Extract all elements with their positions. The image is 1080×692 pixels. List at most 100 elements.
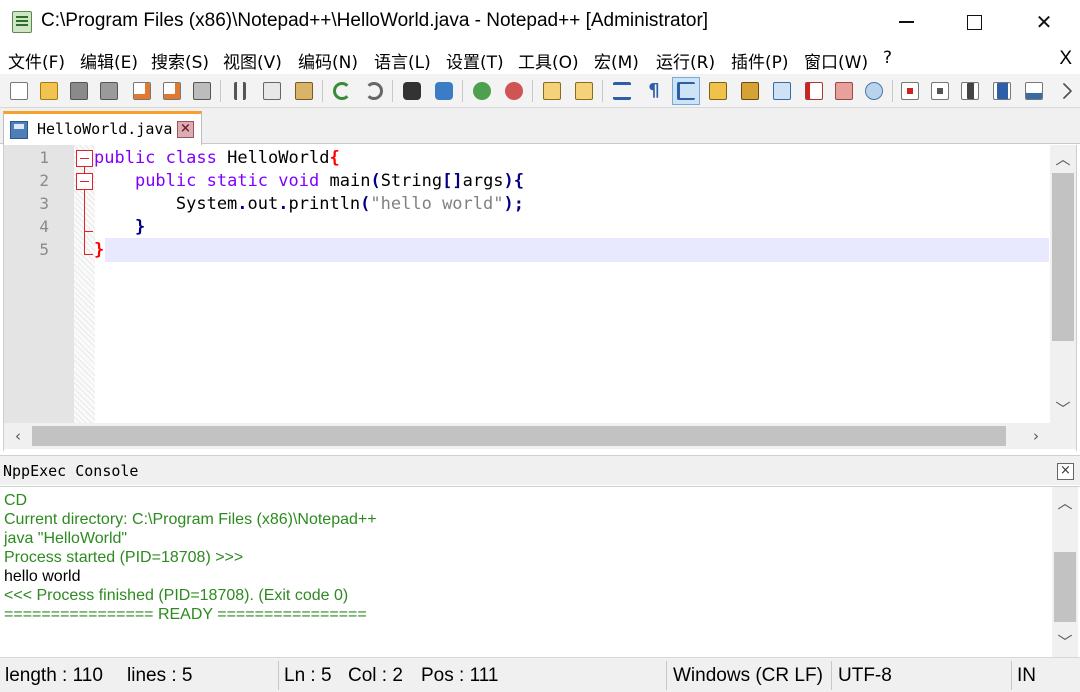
status-encoding[interactable]: UTF-8 <box>838 665 892 687</box>
save-all-icon[interactable] <box>95 77 123 105</box>
stop-macro-icon[interactable] <box>926 77 954 105</box>
code-token: . <box>278 194 289 214</box>
console-panel-header: NppExec Console × <box>0 455 1080 485</box>
editor-vertical-scroll-thumb[interactable] <box>1052 173 1074 341</box>
editor-horizontal-scroll-thumb[interactable] <box>32 426 1006 446</box>
sync-horizontal-icon[interactable] <box>570 77 598 105</box>
menu-view[interactable]: 视图(V) <box>223 48 282 73</box>
console-vertical-scrollbar[interactable]: ︿ ﹀ <box>1052 487 1078 658</box>
editor-vertical-scrollbar[interactable]: ︿ ﹀ <box>1050 145 1076 423</box>
copy-icon[interactable] <box>258 77 286 105</box>
record-macro-icon[interactable] <box>896 77 924 105</box>
scroll-down-icon[interactable]: ﹀ <box>1053 399 1073 419</box>
zoom-in-icon[interactable] <box>468 77 496 105</box>
code-line-1[interactable]: public class HelloWorld{ <box>94 147 340 170</box>
document-tab-bar: HelloWorld.java × <box>0 108 1080 145</box>
udl-icon[interactable] <box>704 77 732 105</box>
status-length: length : 110 <box>5 665 103 686</box>
replace-icon[interactable] <box>430 77 458 105</box>
minimize-button[interactable] <box>871 0 941 44</box>
code-editor[interactable]: 1 2 3 4 5 public class HelloWorld{ publi… <box>3 145 1077 451</box>
new-file-icon[interactable] <box>5 77 33 105</box>
saved-state-icon <box>10 121 28 139</box>
menu-plugins[interactable]: 插件(P) <box>731 48 789 73</box>
undo-icon[interactable] <box>328 77 356 105</box>
function-list-icon[interactable] <box>800 77 828 105</box>
scroll-left-icon[interactable]: ‹ <box>8 426 28 446</box>
status-lines: lines : 5 <box>127 665 193 686</box>
close-document-button[interactable]: X <box>1059 48 1072 70</box>
play-macro-icon[interactable] <box>956 77 984 105</box>
menu-window[interactable]: 窗口(W) <box>804 48 868 73</box>
folder-workspace-icon[interactable] <box>830 77 858 105</box>
scroll-right-icon[interactable]: › <box>1026 426 1046 446</box>
line-number: 3 <box>39 194 49 213</box>
status-eol[interactable]: Windows (CR LF) <box>673 665 823 687</box>
fold-toggle-class[interactable] <box>76 150 93 167</box>
code-token: ( <box>360 194 371 214</box>
menu-macro[interactable]: 宏(M) <box>594 48 639 73</box>
notepad-plus-plus-app-icon <box>12 11 32 33</box>
menu-search[interactable]: 搜索(S) <box>151 48 209 73</box>
doc-list-icon[interactable] <box>768 77 796 105</box>
editor-horizontal-scrollbar[interactable]: ‹ › <box>4 423 1050 449</box>
status-insert-mode[interactable]: IN <box>1017 665 1036 687</box>
monitoring-icon[interactable] <box>860 77 888 105</box>
console-scroll-thumb[interactable] <box>1054 552 1076 622</box>
close-all-icon[interactable] <box>158 77 186 105</box>
console-line: hello world <box>4 568 81 585</box>
scroll-down-icon[interactable]: ﹀ <box>1055 632 1075 652</box>
menu-encoding[interactable]: 编码(N) <box>298 48 358 73</box>
close-tab-icon[interactable]: × <box>177 121 194 138</box>
code-token: String <box>380 171 443 191</box>
menu-settings[interactable]: 设置(T) <box>446 48 504 73</box>
code-line-4[interactable]: } <box>94 216 145 239</box>
code-token: public <box>134 171 197 191</box>
cut-icon[interactable] <box>226 77 254 105</box>
line-number: 5 <box>39 240 49 259</box>
print-icon[interactable] <box>188 77 216 105</box>
code-token: [] <box>442 171 463 191</box>
run-macro-multiple-icon[interactable] <box>988 77 1016 105</box>
word-wrap-icon[interactable] <box>608 77 636 105</box>
save-icon[interactable] <box>65 77 93 105</box>
indent-guide-icon[interactable] <box>672 77 700 105</box>
tab-helloworld-java[interactable]: HelloWorld.java × <box>3 111 202 145</box>
menu-language[interactable]: 语言(L) <box>374 48 431 73</box>
redo-icon[interactable] <box>360 77 388 105</box>
toolbar-overflow-icon[interactable] <box>1052 77 1076 105</box>
doc-map-icon[interactable] <box>736 77 764 105</box>
code-token: ( <box>370 171 381 191</box>
sync-vertical-icon[interactable] <box>538 77 566 105</box>
fold-end-marker <box>84 231 93 232</box>
code-token: void <box>278 171 320 191</box>
menu-tools[interactable]: 工具(O) <box>518 48 579 73</box>
paste-icon[interactable] <box>290 77 318 105</box>
close-window-button[interactable]: ✕ <box>1009 0 1079 44</box>
maximize-icon <box>966 14 982 30</box>
nppexec-console[interactable]: CD Current directory: C:\Program Files (… <box>0 486 1080 658</box>
close-icon[interactable] <box>128 77 156 105</box>
fold-toggle-main[interactable] <box>76 173 93 190</box>
code-token: println <box>288 194 361 214</box>
menu-run[interactable]: 运行(R) <box>656 48 715 73</box>
code-line-5[interactable]: } <box>94 239 104 262</box>
find-icon[interactable] <box>398 77 426 105</box>
menu-file[interactable]: 文件(F) <box>8 48 65 73</box>
code-token: { <box>329 148 340 168</box>
scroll-up-icon[interactable]: ︿ <box>1055 493 1075 513</box>
code-line-2[interactable]: public static void main(String[]args){ <box>94 170 524 193</box>
code-line-3[interactable]: System.out.println("hello world"); <box>94 193 524 216</box>
close-console-icon[interactable]: × <box>1057 463 1074 480</box>
menu-help[interactable]: ? <box>883 48 892 68</box>
zoom-out-icon[interactable] <box>500 77 528 105</box>
maximize-button[interactable] <box>939 0 1009 44</box>
menu-edit[interactable]: 编辑(E) <box>80 48 138 73</box>
scroll-up-icon[interactable]: ︿ <box>1053 149 1073 169</box>
save-macro-icon[interactable] <box>1020 77 1048 105</box>
show-all-chars-icon[interactable]: ¶ <box>640 77 668 105</box>
menu-bar: 文件(F) 编辑(E) 搜索(S) 视图(V) 编码(N) 语言(L) 设置(T… <box>0 44 1080 74</box>
open-file-icon[interactable] <box>35 77 63 105</box>
toolbar: ¶ <box>0 74 1080 108</box>
